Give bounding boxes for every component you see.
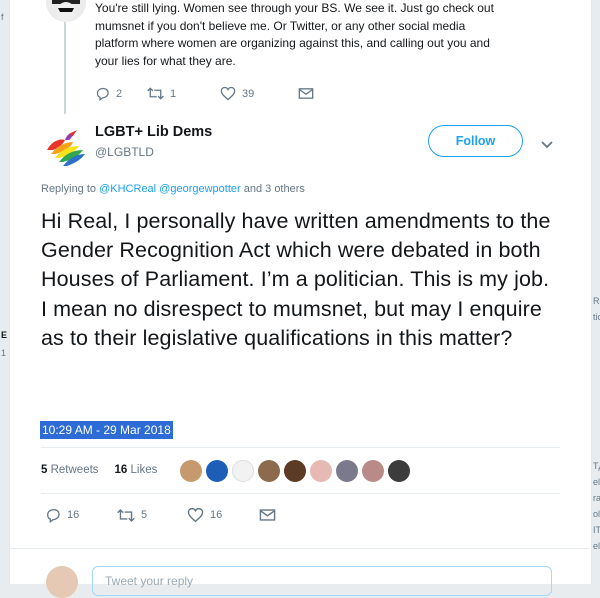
tweet-timestamp[interactable]: 10:29 AM - 29 Mar 2018 <box>40 421 173 439</box>
replying-prefix: Replying to <box>41 183 97 195</box>
avatar <box>46 566 78 598</box>
divider <box>41 493 560 494</box>
mail-icon <box>298 88 314 99</box>
retweet-icon <box>117 508 135 522</box>
reply-icon <box>96 87 109 101</box>
avatar[interactable] <box>310 460 332 482</box>
avatar[interactable] <box>180 460 202 482</box>
avatar[interactable] <box>206 460 228 482</box>
reply-count: 16 <box>67 509 80 521</box>
divider <box>41 447 560 448</box>
lib-dem-bird-logo <box>47 130 85 166</box>
reply-button[interactable]: 2 <box>95 86 147 101</box>
backdrop-fragment: ell <box>593 477 600 487</box>
replying-others[interactable]: and 3 others <box>244 183 305 195</box>
previous-tweet-actions: 2 1 39 <box>95 86 314 101</box>
backdrop-fragment: 1 <box>1 348 7 358</box>
tweet-text: Hi Real, I personally have written amend… <box>41 209 551 350</box>
retweets-total: 5 <box>41 464 48 476</box>
replying-to: Replying to @KHCReal @georgewpotter and … <box>41 183 305 195</box>
reply-button[interactable]: 16 <box>45 507 117 523</box>
avatar[interactable] <box>41 124 87 170</box>
likes-total: 16 <box>114 464 128 476</box>
tweet-actions: 16 5 16 <box>45 507 276 523</box>
reply-icon <box>46 508 60 523</box>
display-name[interactable]: LGBT+ Lib Dems <box>95 124 212 140</box>
backdrop-fragment: elt <box>593 541 600 551</box>
retweet-button[interactable]: 5 <box>117 508 187 523</box>
more-options-button[interactable] <box>541 136 553 154</box>
backdrop-fragment: tic <box>593 312 600 322</box>
heart-icon <box>187 507 204 523</box>
backdrop-fragment: IT <box>593 525 600 535</box>
reply-count: 2 <box>116 87 123 100</box>
backdrop-fragment: E <box>1 330 8 340</box>
avatar[interactable] <box>258 460 280 482</box>
backdrop-fragment: ra <box>593 493 600 503</box>
backdrop-fragment: f <box>1 12 4 22</box>
reply-input[interactable]: Tweet your reply <box>92 566 552 596</box>
divider <box>10 548 589 549</box>
avatar[interactable] <box>388 460 410 482</box>
direct-message-button[interactable] <box>259 508 276 522</box>
like-button[interactable]: 16 <box>187 507 259 523</box>
retweets-label: Retweets <box>50 464 99 476</box>
retweets-stat[interactable]: 5 Retweets <box>41 464 99 476</box>
avatar[interactable] <box>362 460 384 482</box>
direct-message-button[interactable] <box>298 87 314 100</box>
backdrop-fragment: Tд <box>593 461 600 471</box>
retweet-count: 5 <box>141 509 148 521</box>
chevron-down-icon <box>541 141 553 149</box>
follow-button[interactable]: Follow <box>428 125 523 157</box>
like-count: 16 <box>210 509 223 521</box>
user-handle[interactable]: @LGBTLD <box>95 145 154 159</box>
avatar[interactable] <box>336 460 358 482</box>
previous-tweet-text: You're still lying. Women see through yo… <box>95 1 494 68</box>
mail-icon <box>259 509 276 521</box>
like-button[interactable]: 39 <box>220 86 298 101</box>
retweet-button[interactable]: 1 <box>147 86 220 101</box>
liker-avatars <box>180 460 414 482</box>
backdrop-fragment: Re <box>593 296 600 306</box>
engagement-stats: 5 Retweets 16 Likes <box>41 464 157 476</box>
avatar[interactable] <box>232 460 254 482</box>
likes-label: Likes <box>130 464 158 476</box>
replying-mentions[interactable]: @KHCReal @georgewpotter <box>99 183 241 195</box>
backdrop-fragment: oll <box>593 509 600 519</box>
avatar[interactable] <box>284 460 306 482</box>
like-count: 39 <box>242 87 255 100</box>
retweet-icon <box>147 87 164 100</box>
likes-stat[interactable]: 16 Likes <box>115 464 158 476</box>
thread-connector <box>64 22 66 114</box>
heart-icon <box>220 86 236 101</box>
retweet-count: 1 <box>170 87 177 100</box>
